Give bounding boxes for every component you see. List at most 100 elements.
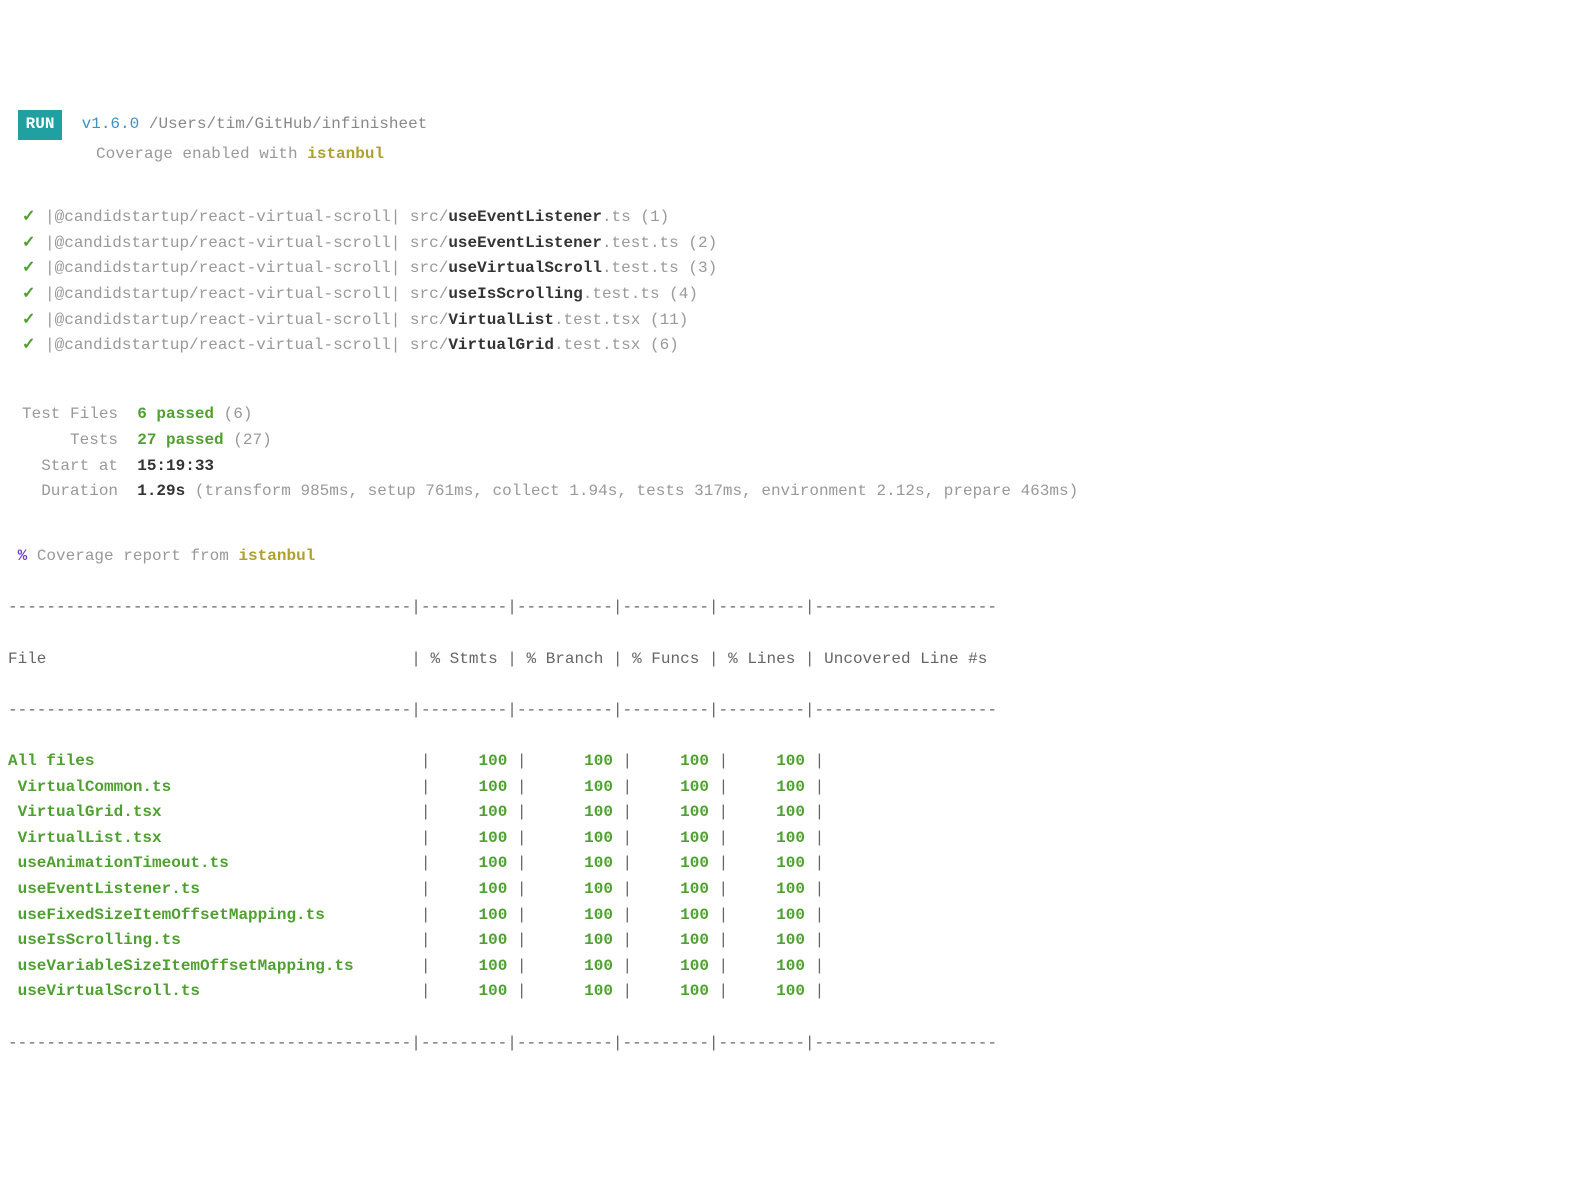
check-icon: ✓ [22,311,35,329]
coverage-lines: 100 [738,778,805,796]
test-file-line: ✓ |@candidstartup/react-virtual-scroll| … [22,333,1586,359]
file-name: useVirtualScroll [448,259,602,277]
coverage-branch: 100 [536,906,613,924]
coverage-funcs: 100 [642,906,709,924]
file-ext: .test.tsx [554,311,640,329]
check-icon: ✓ [22,285,35,303]
coverage-file: useIsScrolling.ts [8,931,181,949]
summary-block: Test Files 6 passed (6) Tests 27 passed … [22,402,1586,504]
check-icon: ✓ [22,208,35,226]
table-divider-bottom: ----------------------------------------… [8,1031,1586,1057]
percent-icon: % [18,547,28,565]
coverage-lines: 100 [738,906,805,924]
package-name: @candidstartup/react-virtual-scroll [55,311,391,329]
file-dir: src/ [410,336,448,354]
table-row: useFixedSizeItemOffsetMapping.ts | 100 |… [8,903,1586,929]
test-files-total: (6) [224,405,253,423]
pipe-separator: | [45,285,55,303]
coverage-lines: 100 [738,829,805,847]
table-row: VirtualGrid.tsx | 100 | 100 | 100 | 100 … [8,800,1586,826]
check-icon: ✓ [22,234,35,252]
test-count: (4) [669,285,698,303]
test-file-line: ✓ |@candidstartup/react-virtual-scroll| … [22,256,1586,282]
coverage-stmts: 100 [440,854,507,872]
coverage-report-line: % Coverage report from istanbul [8,544,1586,570]
test-files-list: ✓ |@candidstartup/react-virtual-scroll| … [22,205,1586,359]
coverage-branch: 100 [536,957,613,975]
file-ext: .test.ts [583,285,660,303]
coverage-stmts: 100 [440,778,507,796]
tests-total: (27) [233,431,271,449]
coverage-enabled-prefix: Coverage enabled with [96,145,307,163]
pipe-separator: | [391,208,401,226]
file-dir: src/ [410,234,448,252]
pipe-separator: | [45,208,55,226]
package-name: @candidstartup/react-virtual-scroll [55,208,391,226]
coverage-enabled-line: Coverage enabled with istanbul [96,142,1586,168]
file-ext: .ts [602,208,631,226]
pipe-separator: | [391,234,401,252]
table-row: VirtualCommon.ts | 100 | 100 | 100 | 100… [8,775,1586,801]
pipe-separator: | [45,234,55,252]
table-row: useAnimationTimeout.ts | 100 | 100 | 100… [8,851,1586,877]
coverage-funcs: 100 [642,752,709,770]
test-file-line: ✓ |@candidstartup/react-virtual-scroll| … [22,308,1586,334]
file-name: useEventListener [448,208,602,226]
coverage-report-tool: istanbul [238,547,315,565]
summary-test-files: Test Files 6 passed (6) [22,402,1586,428]
tests-passed: 27 passed [137,431,223,449]
tests-label: Tests [70,431,118,449]
coverage-funcs: 100 [642,803,709,821]
coverage-branch: 100 [536,880,613,898]
coverage-branch: 100 [536,803,613,821]
file-name: VirtualGrid [448,336,554,354]
table-divider-mid: ----------------------------------------… [8,698,1586,724]
coverage-file: VirtualGrid.tsx [8,803,162,821]
run-badge: RUN [18,110,63,140]
version-text: v1.6.0 [82,115,140,133]
start-time: 15:19:33 [137,457,214,475]
test-count: (3) [688,259,717,277]
pipe-separator: | [391,285,401,303]
summary-start: Start at 15:19:33 [22,454,1586,480]
coverage-funcs: 100 [642,880,709,898]
file-ext: .test.tsx [554,336,640,354]
coverage-lines: 100 [738,854,805,872]
summary-duration: Duration 1.29s (transform 985ms, setup 7… [22,479,1586,505]
coverage-lines: 100 [738,752,805,770]
coverage-funcs: 100 [642,854,709,872]
test-file-line: ✓ |@candidstartup/react-virtual-scroll| … [22,205,1586,231]
summary-tests: Tests 27 passed (27) [22,428,1586,454]
test-count: (6) [650,336,679,354]
package-name: @candidstartup/react-virtual-scroll [55,336,391,354]
coverage-funcs: 100 [642,957,709,975]
test-files-label: Test Files [22,405,118,423]
test-count: (2) [688,234,717,252]
coverage-file: useAnimationTimeout.ts [8,854,229,872]
coverage-funcs: 100 [642,982,709,1000]
file-ext: .test.ts [602,259,679,277]
table-row: useVirtualScroll.ts | 100 | 100 | 100 | … [8,979,1586,1005]
coverage-branch: 100 [536,982,613,1000]
coverage-stmts: 100 [440,931,507,949]
table-row: All files | 100 | 100 | 100 | 100 | [8,749,1586,775]
coverage-stmts: 100 [440,982,507,1000]
coverage-stmts: 100 [440,957,507,975]
coverage-funcs: 100 [642,778,709,796]
pipe-separator: | [391,336,401,354]
coverage-branch: 100 [536,854,613,872]
package-name: @candidstartup/react-virtual-scroll [55,259,391,277]
coverage-stmts: 100 [440,906,507,924]
table-row: useEventListener.ts | 100 | 100 | 100 | … [8,877,1586,903]
package-name: @candidstartup/react-virtual-scroll [55,285,391,303]
coverage-file: useVirtualScroll.ts [8,982,200,1000]
coverage-file: VirtualCommon.ts [8,778,171,796]
coverage-lines: 100 [738,931,805,949]
test-count: (1) [640,208,669,226]
check-icon: ✓ [22,259,35,277]
coverage-stmts: 100 [440,752,507,770]
file-dir: src/ [410,208,448,226]
pipe-separator: | [391,311,401,329]
pipe-separator: | [45,336,55,354]
file-dir: src/ [410,285,448,303]
